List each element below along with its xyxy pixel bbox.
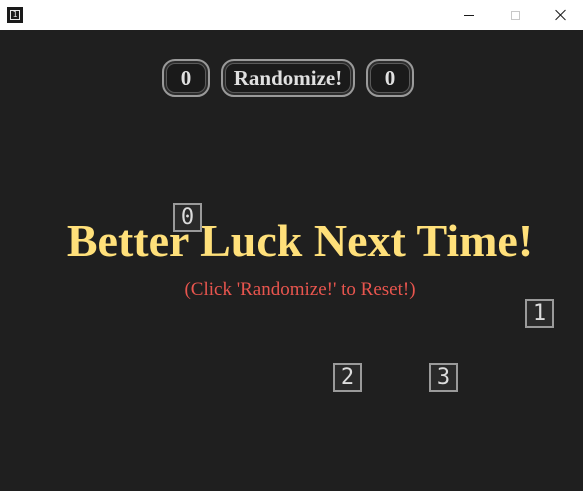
- result-headline: Better Luck Next Time!: [66, 215, 534, 266]
- app-icon[interactable]: 1: [7, 7, 23, 23]
- number-tile-1[interactable]: 1: [525, 299, 554, 328]
- app-icon-glyph: 1: [10, 10, 20, 20]
- right-counter: 0: [366, 59, 414, 97]
- left-counter: 0: [162, 59, 210, 97]
- close-icon: [555, 9, 567, 21]
- app-window: 1 0 Randomize! 0 Better Luck Next Time! …: [0, 0, 583, 491]
- title-bar[interactable]: 1: [0, 0, 583, 30]
- number-tile-2[interactable]: 2: [333, 363, 362, 392]
- minimize-icon: [464, 14, 474, 16]
- close-button[interactable]: [538, 0, 583, 30]
- number-tile-3[interactable]: 3: [429, 363, 458, 392]
- minimize-button[interactable]: [446, 0, 492, 30]
- maximize-icon: [510, 10, 520, 20]
- number-tile-0[interactable]: 0: [173, 203, 202, 232]
- randomize-button[interactable]: Randomize!: [221, 59, 355, 97]
- maximize-button[interactable]: [492, 0, 538, 30]
- reset-hint: (Click 'Randomize!' to Reset!): [184, 279, 416, 300]
